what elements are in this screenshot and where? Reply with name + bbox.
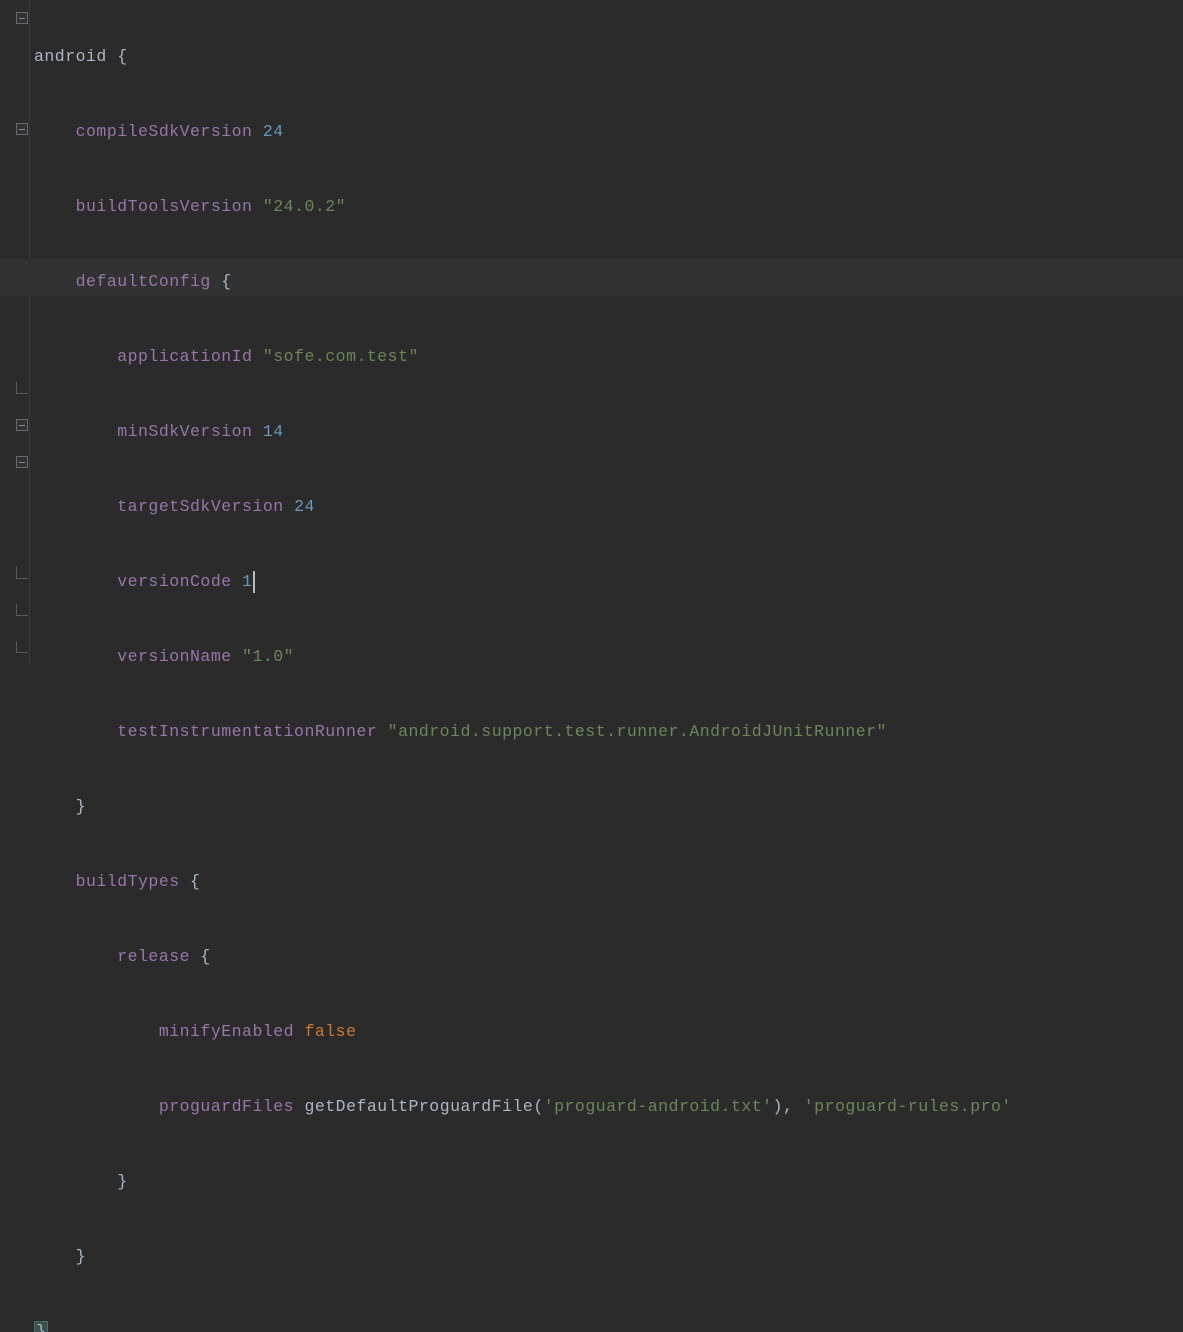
method-call: buildToolsVersion	[76, 197, 253, 216]
indent	[34, 197, 76, 216]
code-line[interactable]: }	[30, 1313, 1183, 1332]
code-line[interactable]: release {	[30, 938, 1183, 975]
space	[252, 122, 262, 141]
indent	[34, 722, 117, 741]
code-line[interactable]: compileSdkVersion 24	[30, 113, 1183, 150]
identifier: android	[34, 47, 107, 66]
indent	[34, 347, 117, 366]
code-line[interactable]: buildTypes {	[30, 863, 1183, 900]
method-call: compileSdkVersion	[76, 122, 253, 141]
space	[793, 1097, 803, 1116]
editor-gutter	[0, 0, 30, 666]
indent	[34, 797, 76, 816]
code-line[interactable]: proguardFiles getDefaultProguardFile('pr…	[30, 1088, 1183, 1125]
indent	[34, 947, 117, 966]
method-call: buildTypes	[76, 872, 180, 891]
string-literal: "sofe.com.test"	[263, 347, 419, 366]
fold-end-icon	[16, 382, 28, 394]
string-literal: "24.0.2"	[263, 197, 346, 216]
code-line[interactable]: applicationId "sofe.com.test"	[30, 338, 1183, 375]
space	[252, 197, 262, 216]
number-literal: 14	[263, 422, 284, 441]
indent	[34, 647, 117, 666]
brace: }	[76, 797, 86, 816]
space	[252, 422, 262, 441]
indent	[34, 1022, 159, 1041]
comma: ,	[783, 1097, 793, 1116]
code-line[interactable]: }	[30, 1163, 1183, 1200]
fold-end-icon	[16, 604, 28, 616]
indent	[34, 1247, 76, 1266]
code-line[interactable]: testInstrumentationRunner "android.suppo…	[30, 713, 1183, 750]
method-call: testInstrumentationRunner	[117, 722, 377, 741]
brace: {	[211, 272, 232, 291]
string-literal: 'proguard-rules.pro'	[804, 1097, 1012, 1116]
code-line[interactable]: minSdkVersion 14	[30, 413, 1183, 450]
brace: }	[117, 1172, 127, 1191]
brace: {	[180, 872, 201, 891]
string-literal: "android.support.test.runner.AndroidJUni…	[388, 722, 887, 741]
code-line[interactable]: defaultConfig {	[30, 263, 1183, 300]
indent	[34, 872, 76, 891]
fold-end-icon	[16, 567, 28, 579]
code-line[interactable]: versionCode 1	[30, 563, 1183, 600]
space	[294, 1022, 304, 1041]
method-call: minSdkVersion	[117, 422, 252, 441]
method-call: targetSdkVersion	[117, 497, 283, 516]
space	[232, 572, 242, 591]
brace: {	[190, 947, 211, 966]
method-call: versionCode	[117, 572, 231, 591]
code-line[interactable]: minifyEnabled false	[30, 1013, 1183, 1050]
brace: }	[76, 1247, 86, 1266]
fold-toggle-icon[interactable]	[16, 12, 28, 24]
fold-toggle-icon[interactable]	[16, 419, 28, 431]
code-line[interactable]: }	[30, 788, 1183, 825]
number-literal: 24	[294, 497, 315, 516]
space	[294, 1097, 304, 1116]
indent	[34, 1097, 159, 1116]
code-line[interactable]: buildToolsVersion "24.0.2"	[30, 188, 1183, 225]
space	[232, 647, 242, 666]
boolean-literal: false	[304, 1022, 356, 1041]
method-call: minifyEnabled	[159, 1022, 294, 1041]
code-editor[interactable]: android { compileSdkVersion 24 buildTool…	[30, 0, 1183, 666]
number-literal: 24	[263, 122, 284, 141]
method-call: applicationId	[117, 347, 252, 366]
brace: }	[34, 1321, 48, 1332]
method-call: versionName	[117, 647, 231, 666]
code-line[interactable]: }	[30, 1238, 1183, 1275]
fold-toggle-icon[interactable]	[16, 456, 28, 468]
fold-end-icon	[16, 641, 28, 653]
paren: (	[533, 1097, 543, 1116]
string-literal: "1.0"	[242, 647, 294, 666]
space	[377, 722, 387, 741]
code-line[interactable]: android {	[30, 38, 1183, 75]
identifier: getDefaultProguardFile	[304, 1097, 533, 1116]
indent	[34, 122, 76, 141]
space	[284, 497, 294, 516]
indent	[34, 572, 117, 591]
indent	[34, 272, 76, 291]
brace: {	[107, 47, 128, 66]
space	[252, 347, 262, 366]
string-literal: 'proguard-android.txt'	[544, 1097, 773, 1116]
indent	[34, 422, 117, 441]
method-call: proguardFiles	[159, 1097, 294, 1116]
code-line[interactable]: versionName "1.0"	[30, 638, 1183, 675]
indent	[34, 1172, 117, 1191]
paren: )	[773, 1097, 783, 1116]
fold-toggle-icon[interactable]	[16, 123, 28, 135]
method-call: defaultConfig	[76, 272, 211, 291]
method-call: release	[117, 947, 190, 966]
indent	[34, 497, 117, 516]
number-literal: 1	[242, 572, 252, 591]
code-line[interactable]: targetSdkVersion 24	[30, 488, 1183, 525]
text-caret	[253, 571, 255, 593]
